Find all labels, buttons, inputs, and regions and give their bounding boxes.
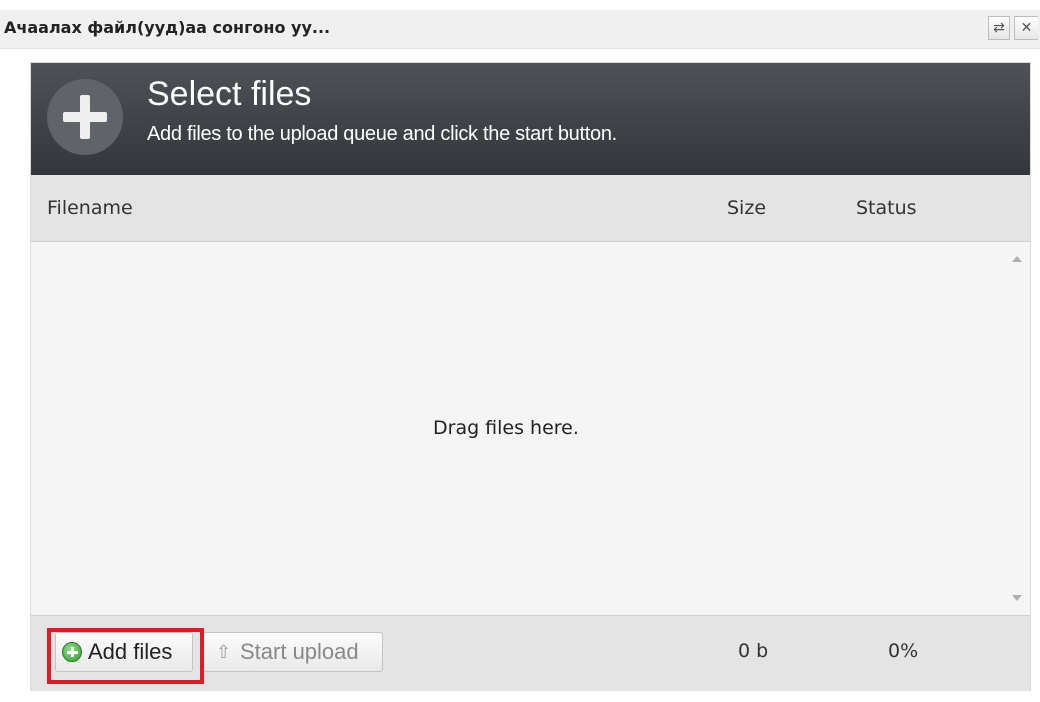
total-size: 0 b — [738, 640, 769, 662]
column-filename: Filename — [47, 197, 133, 219]
column-size: Size — [727, 197, 767, 219]
header-title: Select files — [147, 75, 312, 113]
dialog-titlebar: Ачаалах файл(ууд)аа сонгоно уу... ⇄ ✕ — [0, 10, 1040, 49]
uploader-header: Select files Add files to the upload que… — [31, 63, 1030, 175]
total-percent: 0% — [888, 640, 919, 662]
dialog-title: Ачаалах файл(ууд)аа сонгоно уу... — [4, 18, 331, 37]
column-status: Status — [856, 197, 917, 219]
scroll-up-arrow-icon[interactable] — [1012, 256, 1022, 262]
close-icon[interactable]: ✕ — [1014, 16, 1038, 40]
start-upload-label: Start upload — [240, 639, 359, 664]
uploader-panel: Select files Add files to the upload que… — [30, 62, 1031, 691]
restore-icon[interactable]: ⇄ — [988, 16, 1010, 40]
plus-icon — [47, 79, 123, 155]
scroll-down-arrow-icon[interactable] — [1012, 595, 1022, 601]
upload-dialog: Ачаалах файл(ууд)аа сонгоно уу... ⇄ ✕ Se… — [0, 0, 1040, 702]
uploader-footer: Add files ⇧ Start upload 0 b 0% — [31, 615, 1030, 691]
arrow-up-icon: ⇧ — [216, 642, 232, 662]
start-upload-button[interactable]: ⇧ Start upload — [203, 632, 383, 672]
file-drop-area[interactable]: Drag files here. — [31, 242, 1030, 615]
highlight-box — [47, 628, 204, 684]
file-table-header: Filename Size Status — [31, 175, 1030, 242]
drop-hint-text: Drag files here. — [433, 417, 579, 439]
header-subtitle: Add files to the upload queue and click … — [147, 123, 617, 145]
